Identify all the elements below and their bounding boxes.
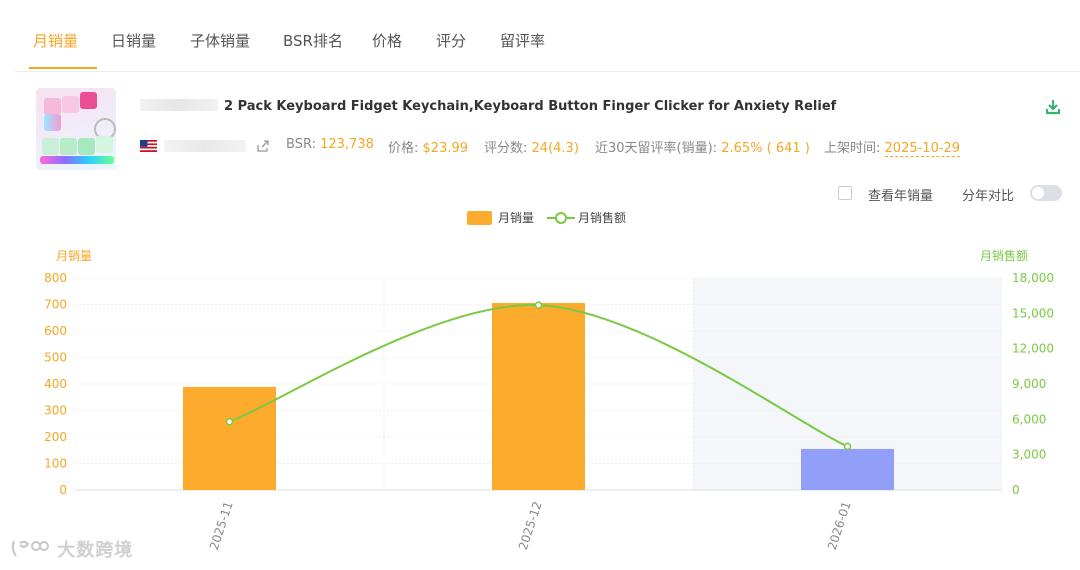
revenue-point [225, 417, 234, 426]
x-tick-label: 2025-12 [516, 500, 545, 552]
left-tick-label: 700 [44, 298, 67, 312]
bar-monthly-sales [183, 386, 276, 490]
sales-chart: 0 100 200 300 400 500 600 700 800 0 3,000 6,000 9,00… [44, 248, 1054, 552]
left-axis-title: 月销量 [56, 249, 92, 263]
left-tick-label: 600 [44, 324, 67, 338]
x-tick-label: 2026-01 [825, 500, 854, 552]
left-tick-label: 800 [44, 271, 67, 285]
left-tick-label: 100 [44, 457, 67, 471]
right-tick-label: 18,000 [1012, 271, 1054, 285]
bar-monthly-sales [801, 448, 894, 490]
watermark: 大数跨境 [10, 536, 133, 562]
watermark-text: 大数跨境 [57, 540, 134, 561]
right-axis-title: 月销售额 [980, 248, 1028, 263]
left-tick-label: 200 [44, 430, 67, 444]
watermark-logo-icon [11, 540, 49, 557]
left-tick-label: 300 [44, 404, 67, 418]
right-tick-label: 12,000 [1012, 342, 1054, 356]
revenue-point [843, 442, 852, 451]
bar-monthly-sales [492, 302, 585, 490]
left-tick-label: 400 [44, 377, 67, 391]
left-tick-label: 0 [59, 483, 67, 497]
revenue-point [534, 301, 543, 309]
right-tick-label: 9,000 [1012, 377, 1046, 391]
left-tick-label: 500 [44, 351, 67, 365]
right-tick-label: 0 [1012, 483, 1020, 497]
right-tick-label: 3,000 [1012, 448, 1046, 462]
right-tick-label: 15,000 [1012, 306, 1054, 320]
right-tick-label: 6,000 [1012, 412, 1046, 426]
x-tick-label: 2025-11 [207, 500, 236, 552]
